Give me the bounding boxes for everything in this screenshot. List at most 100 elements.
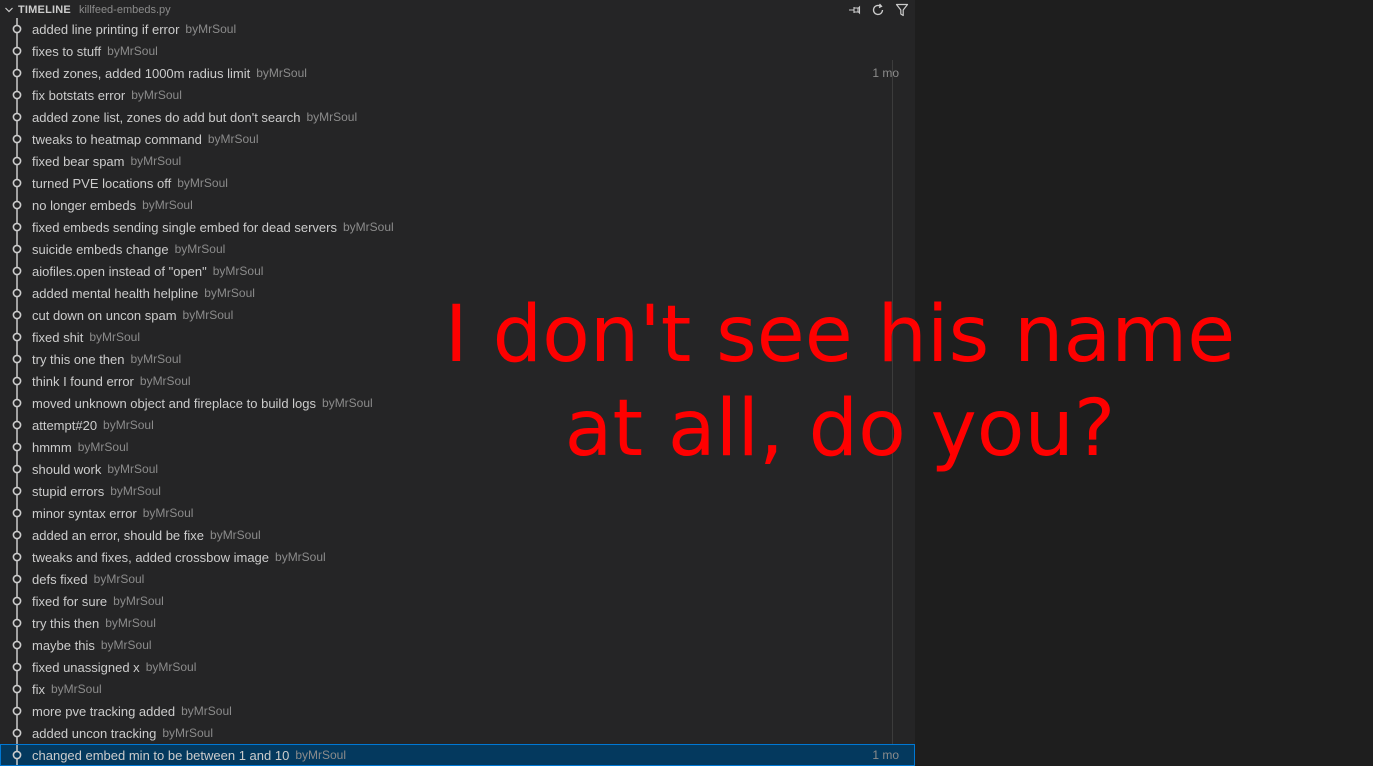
- commit-message: stupid errors: [32, 483, 105, 499]
- commit-message: suicide embeds change: [32, 241, 169, 257]
- refresh-icon[interactable]: [869, 1, 887, 19]
- commit-author: byMrSoul: [107, 44, 158, 58]
- commit-time: 1 mo: [872, 748, 899, 762]
- commit-author: byMrSoul: [185, 22, 237, 36]
- git-commit-icon: [10, 128, 24, 150]
- timeline-item[interactable]: more pve tracking added byMrSoul: [0, 700, 915, 722]
- chevron-down-icon[interactable]: [3, 4, 15, 16]
- git-commit-icon: [10, 40, 24, 62]
- commit-time: 1 mo: [872, 66, 899, 80]
- git-commit-icon: [10, 62, 24, 84]
- git-commit-icon: [10, 700, 24, 722]
- git-commit-icon: [10, 326, 24, 348]
- timeline-item[interactable]: added zone list, zones do add but don't …: [0, 106, 915, 128]
- commit-author: byMrSoul: [51, 682, 102, 696]
- timeline-item[interactable]: added line printing if error byMrSoul: [0, 18, 915, 40]
- commit-message: try this then: [32, 615, 100, 631]
- commit-message: moved unknown object and fireplace to bu…: [32, 395, 317, 411]
- commit-author: byMrSoul: [130, 154, 182, 168]
- timeline-item[interactable]: tweaks to heatmap command byMrSoul: [0, 128, 915, 150]
- git-commit-icon: [10, 348, 24, 370]
- commit-message: fixed for sure: [32, 593, 108, 609]
- commit-author: byMrSoul: [142, 198, 193, 212]
- commit-message: fixed zones, added 1000m radius limit: [32, 65, 251, 81]
- app-window: TIMELINE killfeed-embeds.py added line p…: [0, 0, 1373, 766]
- commit-author: byMrSoul: [342, 220, 394, 234]
- caption-line-2: at all, do you?: [564, 384, 1116, 474]
- git-commit-icon: [10, 150, 24, 172]
- commit-author: byMrSoul: [142, 506, 194, 520]
- timeline-header[interactable]: TIMELINE killfeed-embeds.py: [0, 0, 915, 20]
- commit-author: byMrSoul: [210, 528, 261, 542]
- pin-icon[interactable]: [845, 1, 863, 19]
- timeline-item[interactable]: fixed zones, added 1000m radius limit byM…: [0, 62, 915, 84]
- timeline-item[interactable]: turned PVE locations off byMrSoul: [0, 172, 915, 194]
- timeline-item[interactable]: suicide embeds change byMrSoul: [0, 238, 915, 260]
- timeline-item[interactable]: defs fixed byMrSoul: [0, 568, 915, 590]
- commit-message: added zone list, zones do add but don't …: [32, 109, 301, 125]
- commit-message: fixed embeds sending single embed for de…: [32, 219, 337, 235]
- commit-author: byMrSoul: [131, 88, 182, 102]
- commit-author: byMrSoul: [275, 550, 326, 564]
- commit-message: should work: [32, 461, 102, 477]
- commit-message: cut down on uncon spam: [32, 307, 177, 323]
- timeline-item[interactable]: aiofiles.open instead of "open" byMrSoul: [0, 260, 915, 282]
- commit-author: byMrSoul: [107, 462, 159, 476]
- commit-message: fix: [32, 681, 45, 697]
- timeline-item[interactable]: fixes to stuff byMrSoul: [0, 40, 915, 62]
- commit-message: fixed unassigned x: [32, 659, 140, 675]
- timeline-item[interactable]: fixed embeds sending single embed for de…: [0, 216, 915, 238]
- git-commit-icon: [10, 282, 24, 304]
- commit-message: attempt#20: [32, 417, 98, 433]
- timeline-item[interactable]: no longer embeds byMrSoul: [0, 194, 915, 216]
- commit-message: tweaks to heatmap command: [32, 131, 202, 147]
- commit-author: byMrSoul: [113, 594, 164, 608]
- commit-author: byMrSoul: [77, 440, 129, 454]
- commit-author: byMrSoul: [322, 396, 373, 410]
- git-commit-icon: [10, 744, 24, 766]
- timeline-item[interactable]: tweaks and fixes, added crossbow image by…: [0, 546, 915, 568]
- git-commit-icon: [10, 172, 24, 194]
- commit-author: byMrSoul: [207, 132, 259, 146]
- git-commit-icon: [10, 370, 24, 392]
- commit-message: changed embed min to be between 1 and 10: [32, 747, 290, 763]
- timeline-item[interactable]: fix byMrSoul: [0, 678, 915, 700]
- commit-author: byMrSoul: [295, 748, 346, 762]
- git-commit-icon: [10, 590, 24, 612]
- commit-message: maybe this: [32, 637, 95, 653]
- timeline-item[interactable]: minor syntax error byMrSoul: [0, 502, 915, 524]
- commit-message: aiofiles.open instead of "open": [32, 263, 207, 279]
- git-commit-icon: [10, 458, 24, 480]
- timeline-item[interactable]: changed embed min to be between 1 and 10…: [0, 744, 915, 766]
- git-commit-icon: [10, 612, 24, 634]
- timeline-item[interactable]: stupid errors byMrSoul: [0, 480, 915, 502]
- commit-author: byMrSoul: [110, 484, 161, 498]
- commit-message: more pve tracking added: [32, 703, 176, 719]
- commit-message: fixed bear spam: [32, 153, 125, 169]
- git-commit-icon: [10, 546, 24, 568]
- timeline-item[interactable]: fixed bear spam byMrSoul: [0, 150, 915, 172]
- git-commit-icon: [10, 502, 24, 524]
- git-commit-icon: [10, 414, 24, 436]
- header-actions: [845, 1, 911, 19]
- git-commit-icon: [10, 260, 24, 282]
- timeline-item[interactable]: added uncon tracking byMrSoul: [0, 722, 915, 744]
- commit-message: tweaks and fixes, added crossbow image: [32, 549, 270, 565]
- commit-message: fix botstats error: [32, 87, 126, 103]
- git-commit-icon: [10, 436, 24, 458]
- filter-icon[interactable]: [893, 1, 911, 19]
- commit-message: minor syntax error: [32, 505, 137, 521]
- timeline-file-name: killfeed-embeds.py: [78, 4, 171, 16]
- commit-author: byMrSoul: [182, 308, 234, 322]
- timeline-item[interactable]: fix botstats error byMrSoul: [0, 84, 915, 106]
- commit-message: fixed shit: [32, 329, 84, 345]
- timeline-item[interactable]: try this then byMrSoul: [0, 612, 915, 634]
- timeline-item[interactable]: fixed for sure byMrSoul: [0, 590, 915, 612]
- timeline-item[interactable]: maybe this byMrSoul: [0, 634, 915, 656]
- git-commit-icon: [10, 106, 24, 128]
- commit-message: fixes to stuff: [32, 43, 102, 59]
- timeline-item[interactable]: added an error, should be fixe byMrSoul: [0, 524, 915, 546]
- timeline-item[interactable]: fixed unassigned x byMrSoul: [0, 656, 915, 678]
- commit-author: byMrSoul: [130, 352, 182, 366]
- commit-message: turned PVE locations off: [32, 175, 172, 191]
